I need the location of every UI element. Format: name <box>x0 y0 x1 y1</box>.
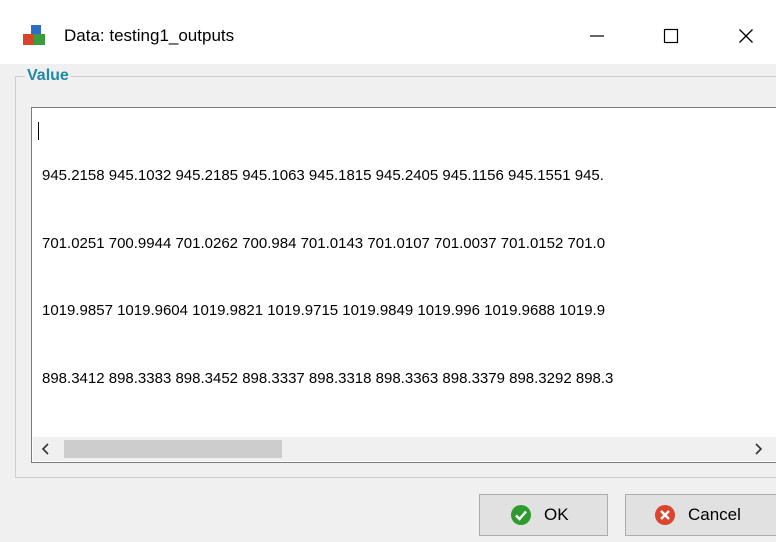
ok-button[interactable]: OK <box>479 494 608 536</box>
value-line: 945.2158 945.1032 945.2185 945.1063 945.… <box>42 167 604 184</box>
maximize-button[interactable] <box>647 16 695 56</box>
window-title: Data: testing1_outputs <box>64 26 235 45</box>
scroll-left-button[interactable] <box>33 437 59 461</box>
scroll-right-button[interactable] <box>745 437 771 461</box>
chevron-right-icon <box>755 443 763 455</box>
value-lines: 945.2158 945.1032 945.2185 945.1063 945.… <box>42 120 613 435</box>
horizontal-scrollbar[interactable] <box>33 437 776 461</box>
check-circle-icon <box>511 505 531 525</box>
close-icon <box>739 29 753 43</box>
ok-label: OK <box>544 505 569 524</box>
value-line: 898.3412 898.3383 898.3452 898.3337 898.… <box>42 369 614 387</box>
close-button[interactable] <box>722 16 770 56</box>
cancel-button[interactable]: Cancel <box>625 494 776 536</box>
value-text-area[interactable]: 945.2158 945.1032 945.2185 945.1063 945.… <box>31 107 776 463</box>
minimize-button[interactable] <box>573 16 621 56</box>
chevron-left-icon <box>41 443 49 455</box>
title-bar: Data: testing1_outputs <box>0 0 776 64</box>
value-line: 1019.9857 1019.9604 1019.9821 1019.9715 … <box>42 302 606 319</box>
cancel-label: Cancel <box>688 505 741 524</box>
text-caret <box>38 122 39 140</box>
app-blocks-icon <box>22 25 54 47</box>
value-line: 701.0251 700.9944 701.0262 700.984 701.0… <box>42 234 606 252</box>
scroll-thumb[interactable] <box>64 440 282 458</box>
maximize-icon <box>663 28 679 44</box>
x-circle-icon <box>655 505 675 525</box>
minimize-icon <box>590 35 604 37</box>
value-group-legend: Value <box>25 67 71 85</box>
